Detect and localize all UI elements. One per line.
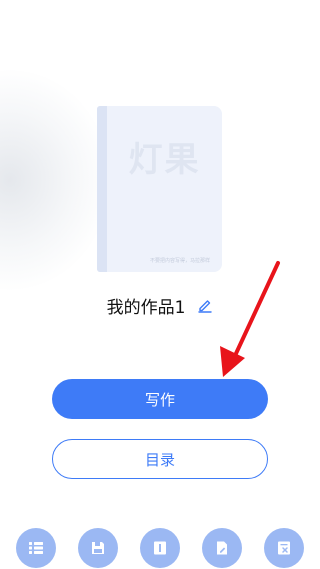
edit-document-icon <box>214 540 230 556</box>
book-icon <box>152 540 168 556</box>
work-title-row: 我的作品1 <box>0 292 320 318</box>
catalog-button[interactable]: 目录 <box>52 439 268 479</box>
write-button[interactable]: 写作 <box>52 379 268 419</box>
delete-document-button[interactable] <box>264 528 304 568</box>
book-cover[interactable]: 灯果 不要把内容写得，马拉那样 <box>97 106 222 272</box>
save-icon <box>90 540 106 556</box>
cover-title: 灯果 <box>128 140 201 180</box>
pencil-icon[interactable] <box>197 297 213 313</box>
bottom-toolbar <box>0 528 320 569</box>
book-button[interactable] <box>140 528 180 568</box>
background-glow <box>0 70 110 290</box>
page: 灯果 不要把内容写得，马拉那样 我的作品1 写作 目录 <box>0 0 320 569</box>
book-spine <box>97 106 107 272</box>
work-title: 我的作品1 <box>106 297 186 318</box>
list-button[interactable] <box>16 528 56 568</box>
cover-note: 不要把内容写得，马拉那样 <box>149 258 210 264</box>
delete-document-icon <box>276 540 292 556</box>
edit-document-button[interactable] <box>202 528 242 568</box>
save-button[interactable] <box>78 528 118 568</box>
list-icon <box>28 541 44 555</box>
